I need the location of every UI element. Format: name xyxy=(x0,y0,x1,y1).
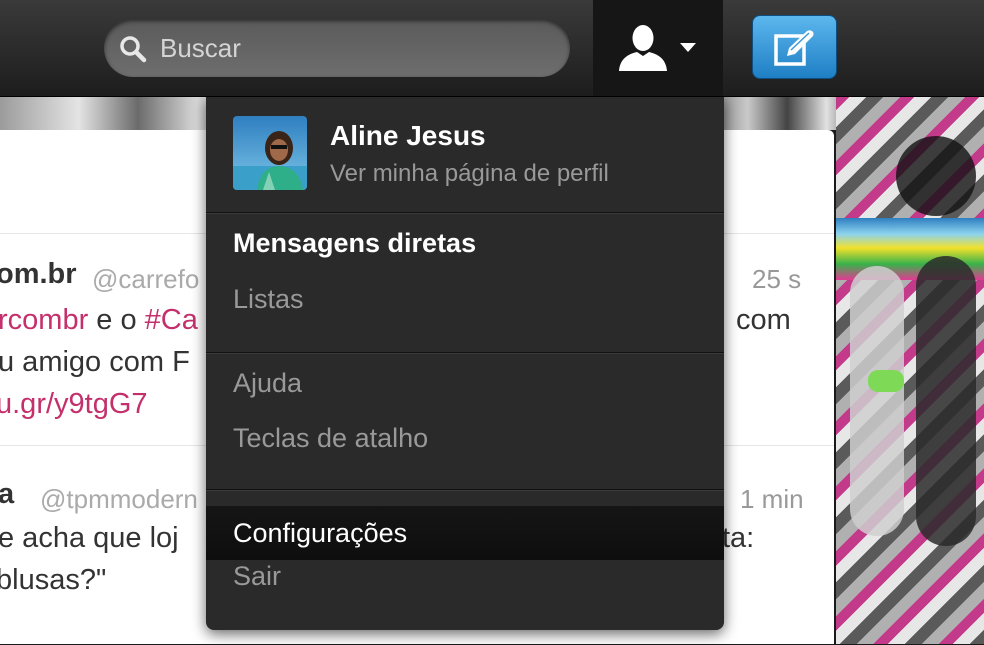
tweet-text: e o xyxy=(88,304,145,336)
tweet-hashtag-link[interactable]: #Ca xyxy=(145,304,198,336)
caret-down-icon xyxy=(680,43,696,52)
tweet-timestamp[interactable]: 25 s xyxy=(752,264,801,295)
menu-item-keyboard-shortcuts[interactable]: Teclas de atalho xyxy=(206,423,724,475)
tweet-url-link[interactable]: u.gr/y9tgG7 xyxy=(0,388,148,421)
profile-link[interactable]: Aline Jesus Ver minha página de perfil xyxy=(206,96,724,212)
tweet-author-name[interactable]: a xyxy=(0,478,14,511)
search-input[interactable] xyxy=(160,19,540,77)
profile-name: Aline Jesus xyxy=(330,120,486,151)
compose-tweet-icon xyxy=(774,30,814,66)
user-icon xyxy=(619,25,667,71)
background-collage-image xyxy=(836,96,984,644)
tweet-author-handle[interactable]: @tpmmodern xyxy=(40,484,198,515)
menu-item-direct-messages[interactable]: Mensagens diretas xyxy=(206,228,724,280)
user-menu-button[interactable] xyxy=(593,0,723,96)
collage-speaker-shape xyxy=(896,136,976,216)
menu-divider xyxy=(206,352,724,354)
search-icon[interactable] xyxy=(118,34,148,64)
tweet-author-handle[interactable]: @carrefo xyxy=(92,264,199,295)
view-profile-link[interactable]: Ver minha página de perfil xyxy=(330,160,609,188)
menu-divider xyxy=(206,489,724,491)
tweet-text-line: u amigo com F xyxy=(0,346,190,378)
tweet-timestamp[interactable]: 1 min xyxy=(740,484,804,515)
collage-figure-shape xyxy=(850,266,904,536)
menu-item-settings[interactable]: Configurações xyxy=(206,506,724,560)
search-box[interactable] xyxy=(104,19,570,77)
tweet-text-line: e acha que loj xyxy=(0,522,179,554)
tweet-text: com xyxy=(736,304,791,336)
tweet-mention-link[interactable]: rcombr xyxy=(0,304,88,336)
user-dropdown-menu: Aline Jesus Ver minha página de perfil M… xyxy=(206,96,724,630)
menu-item-sign-out[interactable]: Sair xyxy=(206,561,724,613)
collage-accent-shape xyxy=(868,370,904,392)
menu-divider xyxy=(206,212,724,214)
menu-item-help[interactable]: Ajuda xyxy=(206,368,724,420)
tweet-text: ta: xyxy=(722,522,755,554)
compose-tweet-button[interactable] xyxy=(752,15,837,79)
tweet-text-line: blusas?" xyxy=(0,564,107,596)
collage-figure-shape xyxy=(916,256,976,546)
tweet-text-line: rcombr e o #Ca xyxy=(0,304,198,337)
avatar[interactable] xyxy=(233,116,307,190)
tweet-author-name[interactable]: om.br xyxy=(0,258,77,291)
menu-item-lists[interactable]: Listas xyxy=(206,284,724,336)
top-navigation-bar xyxy=(0,0,984,97)
